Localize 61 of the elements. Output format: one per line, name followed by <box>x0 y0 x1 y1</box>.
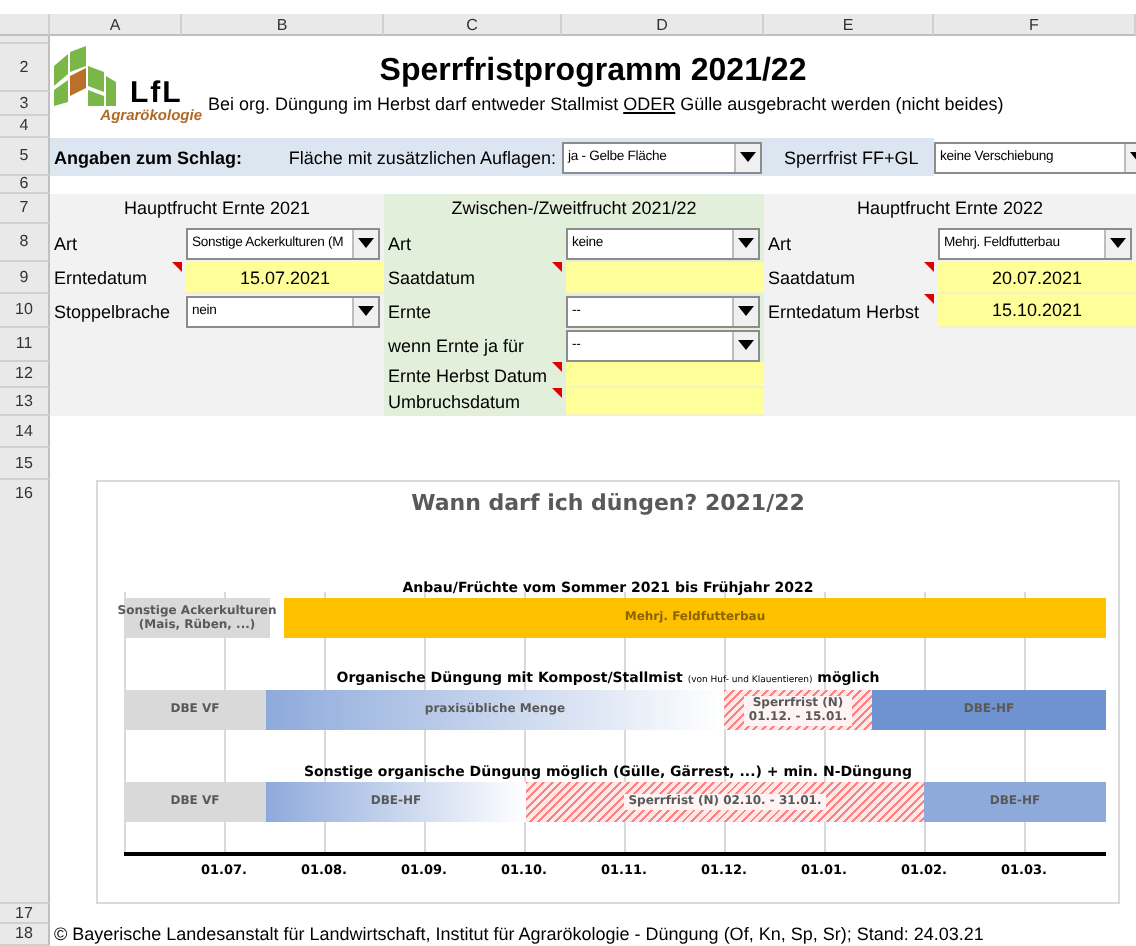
dropdown-arrow-icon <box>738 340 754 350</box>
footer-text: © Bayerische Landesanstalt für Landwirtschaft, Institut für Agrarökologie - Düngung (Of, Kn, Sp, Sr); Stand: 24.03.21 <box>52 924 986 946</box>
row-header[interactable]: 7 <box>0 194 50 224</box>
note-text: Bei org. Düngung im Herbst darf entweder Stallmist ODER Gülle ausgebracht werden (nicht beides) <box>208 92 1004 116</box>
chart-title: Wann darf ich düngen? 2021/22 <box>409 490 807 516</box>
section-heading: Hauptfrucht Ernte 2021 <box>121 196 313 222</box>
field-label: Saatdatum <box>388 268 476 288</box>
field-label: wenn Ernte ja für <box>388 335 525 355</box>
field-label: Saatdatum <box>768 268 856 288</box>
field-label: Erntedatum <box>54 268 148 288</box>
field-label: Art <box>54 233 78 253</box>
row-header[interactable]: 15 <box>0 448 50 480</box>
row-header[interactable]: 12 <box>0 362 50 388</box>
field-label: Art <box>388 233 412 253</box>
column-header[interactable]: F <box>934 14 1136 36</box>
field-label: Sperrfrist FF+GL <box>782 147 921 167</box>
dropdown-arrow-icon <box>358 238 374 248</box>
date-input-field[interactable]: 15.07.2021 <box>186 262 384 294</box>
date-input-field[interactable] <box>566 262 764 294</box>
row-header[interactable]: 16 <box>0 480 50 904</box>
field-label: Ernte Herbst Datum <box>388 365 548 385</box>
row-header[interactable]: 14 <box>0 416 50 448</box>
field-label: Art <box>768 233 792 253</box>
column-header[interactable]: A <box>50 14 182 36</box>
select-all-corner[interactable] <box>0 14 50 36</box>
dropdown-arrow-icon <box>1110 238 1126 248</box>
column-header[interactable]: D <box>562 14 764 36</box>
row-header[interactable]: 2 <box>0 44 50 92</box>
row-header[interactable]: 11 <box>0 328 50 362</box>
section-heading: Zwischen-/Zweitfrucht 2021/22 <box>449 196 699 222</box>
column-header[interactable]: B <box>182 14 384 36</box>
row-header[interactable]: 8 <box>0 224 50 262</box>
leaves-logo-icon <box>50 46 118 106</box>
row-header[interactable]: 9 <box>0 262 50 294</box>
date-input-field[interactable] <box>566 388 764 416</box>
field-label: Stoppelbrache <box>54 301 171 321</box>
dropdown-arrow-icon <box>358 306 374 316</box>
field-label: Umbruchsdatum <box>388 392 521 412</box>
date-input-field[interactable]: 20.07.2021 <box>938 262 1136 294</box>
row-header[interactable]: 10 <box>0 294 50 328</box>
logo-wordmark: LfL <box>130 80 183 106</box>
sheet-title: Sperrfristprogramm 2021/22 <box>379 52 807 92</box>
row-header[interactable]: 5 <box>0 138 50 176</box>
row-header[interactable]: 17 <box>0 904 50 924</box>
row-header[interactable]: 18 <box>0 924 50 946</box>
date-input-field[interactable]: 15.10.2021 <box>938 294 1136 328</box>
dropdown-arrow-icon <box>738 238 754 248</box>
date-input-field[interactable] <box>566 362 764 388</box>
section-heading: Hauptfrucht Ernte 2022 <box>854 196 1046 222</box>
column-header[interactable]: C <box>384 14 562 36</box>
row-header[interactable]: 13 <box>0 388 50 416</box>
column-header[interactable]: E <box>764 14 934 36</box>
settings-heading: Angaben zum Schlag: <box>54 147 243 167</box>
row-header[interactable]: 6 <box>0 176 50 194</box>
dropdown-arrow-icon <box>738 306 754 316</box>
field-label: Fläche mit zusätzlichen Auflagen: <box>288 147 558 167</box>
dropdown-arrow-icon <box>740 152 756 162</box>
field-label: Ernte <box>388 301 432 321</box>
field-label: Erntedatum Herbst <box>768 301 920 321</box>
row-header[interactable]: 3 <box>0 92 50 116</box>
row-header[interactable]: 4 <box>0 116 50 138</box>
